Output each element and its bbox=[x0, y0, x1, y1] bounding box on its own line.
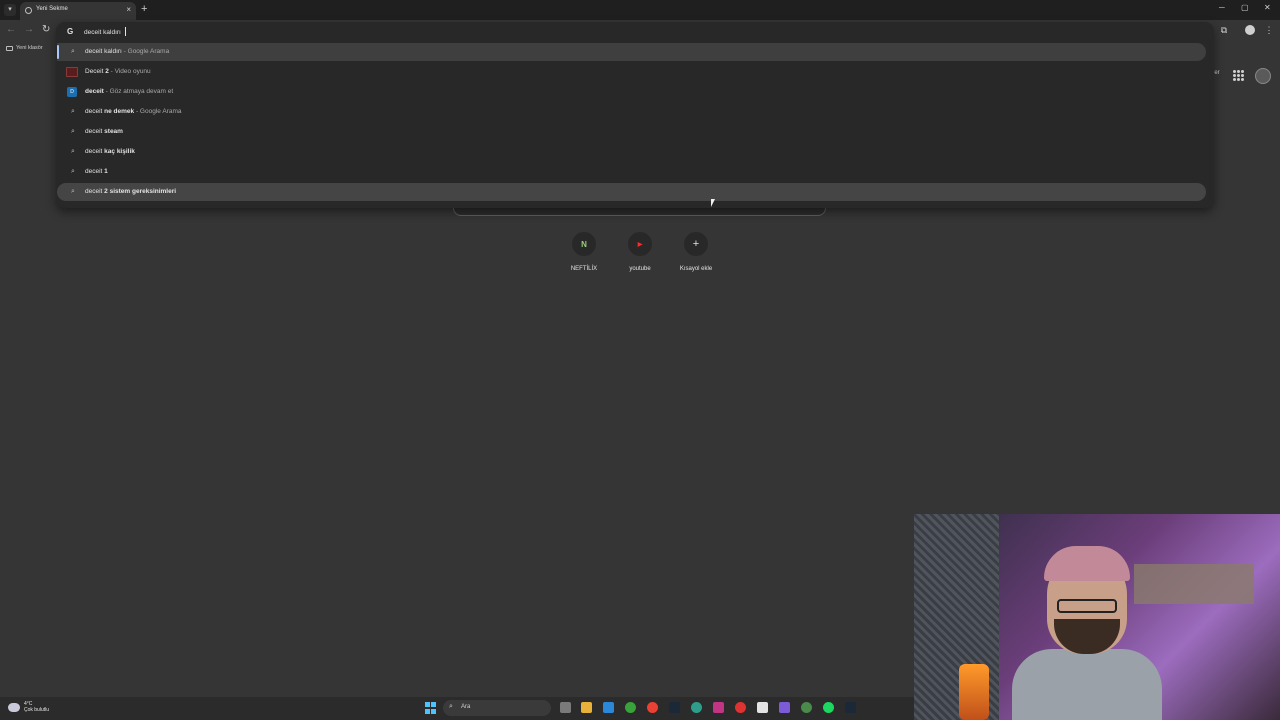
forward-button[interactable]: → bbox=[24, 24, 34, 35]
webcam-person bbox=[1002, 544, 1172, 720]
search-icon: ⌕ bbox=[71, 148, 75, 155]
search-icon: ⌕ bbox=[71, 188, 75, 195]
suggestion-item[interactable]: Deceit 2 - Video oyunu bbox=[57, 63, 1206, 81]
shortcut-neftilix[interactable]: N NEFTİLİX bbox=[556, 232, 612, 278]
weather-widget[interactable]: 4°C Çok bulutlu bbox=[8, 701, 49, 713]
windows-taskbar: 4°C Çok bulutlu ⌕ Ara bbox=[0, 697, 914, 720]
webcam-lamp bbox=[959, 664, 989, 720]
extensions-icon[interactable]: ⧉ bbox=[1219, 25, 1229, 35]
spotify-icon[interactable] bbox=[823, 702, 834, 713]
shortcut-youtube[interactable]: ▶ youtube bbox=[612, 232, 668, 278]
new-tab-button[interactable]: + bbox=[141, 3, 147, 15]
webcam-body bbox=[1012, 649, 1162, 720]
search-icon: ⌕ bbox=[449, 703, 453, 710]
opera-icon[interactable] bbox=[735, 702, 746, 713]
search-icon: ⌕ bbox=[71, 108, 75, 115]
cloud-icon bbox=[8, 702, 20, 712]
shortcut-label: youtube bbox=[629, 266, 651, 272]
weather-desc: Çok bulutlu bbox=[24, 707, 50, 713]
tab-search-button[interactable]: ▾ bbox=[4, 4, 16, 16]
omnibox-dropdown: G ⌕ deceit kaldırı - Google Arama Deceit… bbox=[56, 22, 1214, 208]
suggestion-text: deceit kaldırı - Google Arama bbox=[85, 48, 170, 55]
folder-icon bbox=[6, 45, 13, 51]
file-explorer-icon[interactable] bbox=[581, 702, 592, 713]
steam-icon[interactable] bbox=[669, 702, 680, 713]
search-icon: ⌕ bbox=[71, 168, 75, 175]
bookmark-folder-label: Yeni klasör bbox=[16, 45, 43, 51]
shortcut-label: Kısayol ekle bbox=[679, 266, 713, 272]
tab-title: Yeni Sekme bbox=[36, 6, 68, 12]
bookmark-folder[interactable]: Yeni klasör bbox=[6, 45, 43, 51]
suggestion-text: deceit - Göz atmaya devam et bbox=[85, 88, 174, 95]
plus-icon: + bbox=[684, 232, 708, 256]
suggestion-item[interactable]: ⌕ deceit steam bbox=[57, 123, 1206, 141]
steam-icon[interactable] bbox=[845, 702, 856, 713]
webcam-overlay bbox=[914, 514, 1280, 720]
suggestion-item[interactable]: D deceit - Göz atmaya devam et bbox=[57, 83, 1206, 101]
taskbar-search-label: Ara bbox=[461, 704, 471, 710]
search-icon: ⌕ bbox=[71, 48, 75, 55]
suggestion-item[interactable]: ⌕ deceit 1 bbox=[57, 163, 1206, 181]
google-icon: G bbox=[67, 27, 74, 36]
back-button[interactable]: ← bbox=[6, 24, 16, 35]
suggestion-item[interactable]: ⌕ deceit 2 sistem gereksinimleri bbox=[57, 183, 1206, 201]
suggestion-item[interactable]: ⌕ deceit ne demek - Google Arama bbox=[57, 103, 1206, 121]
app-icon[interactable] bbox=[757, 702, 768, 713]
suggestion-text: Deceit 2 - Video oyunu bbox=[85, 68, 151, 75]
edge-icon[interactable] bbox=[691, 702, 702, 713]
suggestion-text: deceit kaç kişilik bbox=[85, 148, 135, 155]
search-icon: ⌕ bbox=[71, 128, 75, 135]
shortcut-neftilix-icon: N bbox=[572, 232, 596, 256]
webcam-glasses bbox=[1057, 599, 1117, 613]
maximize-button[interactable]: ▢ bbox=[1241, 3, 1249, 12]
mouse-cursor-icon bbox=[711, 199, 715, 207]
avatar[interactable] bbox=[1255, 68, 1271, 84]
xbox-icon[interactable] bbox=[625, 702, 636, 713]
youtube-icon: ▶ bbox=[628, 232, 652, 256]
suggestion-item[interactable]: ⌕ deceit kaç kişilik bbox=[57, 143, 1206, 161]
webcam-cap bbox=[1044, 546, 1130, 581]
suggestion-item[interactable]: ⌕ deceit kaldırı - Google Arama bbox=[57, 43, 1206, 61]
tab-close-icon[interactable]: × bbox=[126, 5, 131, 14]
game-thumbnail-icon bbox=[66, 67, 78, 77]
google-apps-icon[interactable] bbox=[1233, 70, 1244, 81]
instagram-icon[interactable] bbox=[713, 702, 724, 713]
close-window-button[interactable]: ✕ bbox=[1264, 3, 1271, 12]
chrome-icon[interactable] bbox=[647, 702, 658, 713]
text-caret bbox=[125, 27, 126, 36]
windows-start-icon[interactable] bbox=[425, 702, 437, 714]
address-bar-input[interactable] bbox=[84, 26, 684, 38]
site-favicon-icon: D bbox=[67, 87, 77, 97]
app-icon[interactable] bbox=[779, 702, 790, 713]
taskbar-search[interactable]: ⌕ Ara bbox=[443, 700, 551, 716]
profile-icon[interactable] bbox=[1245, 25, 1255, 35]
gmail-link-partial[interactable]: ler bbox=[1213, 70, 1220, 76]
suggestion-text: deceit 1 bbox=[85, 168, 108, 175]
suggestion-text: deceit steam bbox=[85, 128, 123, 135]
suggestion-text: deceit 2 sistem gereksinimleri bbox=[85, 188, 177, 195]
new-tab-favicon-icon bbox=[25, 7, 32, 14]
menu-icon[interactable]: ⋮ bbox=[1264, 25, 1274, 35]
task-view-icon[interactable] bbox=[560, 702, 571, 713]
reload-button[interactable]: ↻ bbox=[42, 24, 50, 35]
chrome-dev-icon[interactable] bbox=[801, 702, 812, 713]
shortcut-add[interactable]: + Kısayol ekle bbox=[668, 232, 724, 278]
shortcut-label: NEFTİLİX bbox=[570, 266, 598, 272]
tab-new-tab[interactable]: Yeni Sekme × bbox=[20, 2, 136, 20]
weather-text: 4°C Çok bulutlu bbox=[24, 701, 49, 713]
tab-strip: ▾ Yeni Sekme × + ─ ▢ ✕ bbox=[0, 0, 1280, 20]
app-icon[interactable] bbox=[603, 702, 614, 713]
omnibox[interactable]: G bbox=[56, 22, 1214, 42]
suggestion-text: deceit ne demek - Google Arama bbox=[85, 108, 182, 115]
minimize-button[interactable]: ─ bbox=[1219, 3, 1225, 12]
